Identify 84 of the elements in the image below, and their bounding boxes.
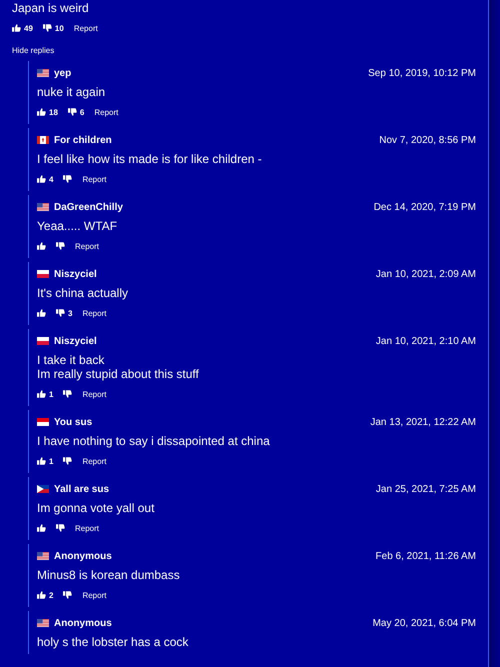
like-button[interactable]: 2 bbox=[37, 590, 54, 600]
like-button[interactable] bbox=[37, 309, 46, 317]
hide-replies-link[interactable]: Hide replies bbox=[12, 44, 54, 56]
reply-text: Minus8 is korean dumbass bbox=[37, 568, 181, 582]
thumbs-down-icon bbox=[63, 390, 72, 398]
like-button[interactable] bbox=[37, 242, 46, 250]
thumbs-down-icon bbox=[68, 108, 77, 116]
like-count: 2 bbox=[49, 590, 54, 600]
dislike-button[interactable] bbox=[63, 591, 72, 599]
username: Anonymous bbox=[54, 550, 112, 562]
dislike-count: 3 bbox=[68, 308, 72, 318]
username: Yall are sus bbox=[54, 484, 110, 494]
comment-date: Feb 6, 2021, 11:26 AM bbox=[376, 550, 476, 562]
dislike-button[interactable] bbox=[63, 390, 72, 398]
thumbs-up-icon bbox=[12, 24, 21, 32]
report-link[interactable]: Report bbox=[82, 590, 106, 600]
like-button[interactable]: 1 bbox=[37, 456, 54, 466]
username: You sus bbox=[54, 416, 92, 428]
report-link[interactable]: Report bbox=[75, 242, 100, 250]
dislike-button[interactable]: 6 bbox=[68, 108, 84, 116]
thumbs-up-icon bbox=[37, 591, 46, 599]
dislike-count: 6 bbox=[80, 108, 84, 116]
thumbs-up-icon bbox=[37, 108, 46, 116]
report-link[interactable]: Report bbox=[82, 308, 106, 318]
reply-text: holy s the lobster has a cock bbox=[37, 635, 190, 649]
like-button[interactable]: 1 bbox=[37, 390, 54, 398]
thumbs-down-icon bbox=[63, 175, 72, 183]
like-count: 4 bbox=[49, 174, 54, 184]
comment-date: Jan 13, 2021, 12:22 AM bbox=[370, 416, 476, 428]
like-count: 1 bbox=[49, 456, 54, 466]
like-button[interactable]: 49 bbox=[12, 24, 33, 32]
username: Anonymous bbox=[54, 618, 112, 628]
report-link[interactable]: Report bbox=[75, 524, 100, 532]
comment-date: Dec 14, 2020, 7:19 PM bbox=[374, 202, 476, 212]
username: DaGreenChilly bbox=[54, 202, 123, 212]
reply-text: Im really stupid about this stuff bbox=[37, 367, 200, 381]
comment-date: Jan 10, 2021, 2:09 AM bbox=[376, 268, 476, 280]
dislike-button[interactable] bbox=[56, 524, 65, 532]
comment-date: Nov 7, 2020, 8:56 PM bbox=[379, 134, 476, 146]
like-button[interactable] bbox=[37, 524, 46, 532]
dislike-button[interactable] bbox=[56, 242, 65, 250]
like-count: 1 bbox=[49, 390, 54, 398]
thumbs-up-icon bbox=[37, 457, 46, 465]
like-count: 49 bbox=[24, 24, 33, 32]
reply-text: I have nothing to say i dissapointed at china bbox=[37, 434, 271, 448]
comment-date: Sep 10, 2019, 10:12 PM bbox=[368, 68, 476, 78]
dislike-button[interactable] bbox=[63, 175, 72, 183]
like-button[interactable]: 18 bbox=[37, 108, 58, 116]
comment-text: Japan is weird bbox=[12, 1, 90, 15]
username: Niszyciel bbox=[54, 336, 97, 346]
thumbs-down-icon bbox=[56, 309, 65, 317]
report-link[interactable]: Report bbox=[82, 456, 106, 466]
comment-date: May 20, 2021, 6:04 PM bbox=[372, 618, 476, 628]
comment-date: Jan 25, 2021, 7:25 AM bbox=[376, 484, 476, 494]
like-count: 18 bbox=[49, 108, 58, 116]
username: For children bbox=[54, 134, 112, 146]
username: yep bbox=[54, 68, 72, 78]
thumbs-up-icon bbox=[37, 242, 46, 250]
reply-text: nuke it again bbox=[37, 85, 106, 99]
reply-text: It's china actually bbox=[37, 286, 130, 300]
reply-text: Im gonna vote yall out bbox=[37, 501, 156, 515]
comment-date: Jan 10, 2021, 2:10 AM bbox=[376, 336, 476, 346]
thumbs-up-icon bbox=[37, 524, 46, 532]
reply-text: Yeaa..... WTAF bbox=[37, 219, 118, 233]
report-link[interactable]: Report bbox=[82, 174, 106, 184]
thumbs-down-icon bbox=[56, 242, 65, 250]
thumbs-up-icon bbox=[37, 390, 46, 398]
dislike-button[interactable] bbox=[63, 457, 72, 465]
thumbs-down-icon bbox=[63, 457, 72, 465]
report-link[interactable]: Report bbox=[94, 108, 118, 116]
report-link[interactable]: Report bbox=[82, 390, 106, 398]
thumbs-down-icon bbox=[56, 524, 65, 532]
dislike-count: 10 bbox=[54, 24, 64, 32]
reply-text: I feel like how its made is for like children - bbox=[37, 152, 263, 166]
report-link[interactable]: Report bbox=[74, 24, 98, 32]
dislike-button[interactable]: 3 bbox=[56, 308, 72, 318]
like-button[interactable]: 4 bbox=[37, 174, 54, 184]
thumbs-up-icon bbox=[37, 309, 46, 317]
thumbs-down-icon bbox=[63, 591, 72, 599]
reply-text: I take it back bbox=[37, 353, 106, 367]
thumbs-down-icon bbox=[42, 24, 52, 32]
username: Niszyciel bbox=[54, 268, 97, 280]
dislike-button[interactable]: 10 bbox=[42, 24, 64, 32]
thumbs-up-icon bbox=[37, 175, 46, 183]
